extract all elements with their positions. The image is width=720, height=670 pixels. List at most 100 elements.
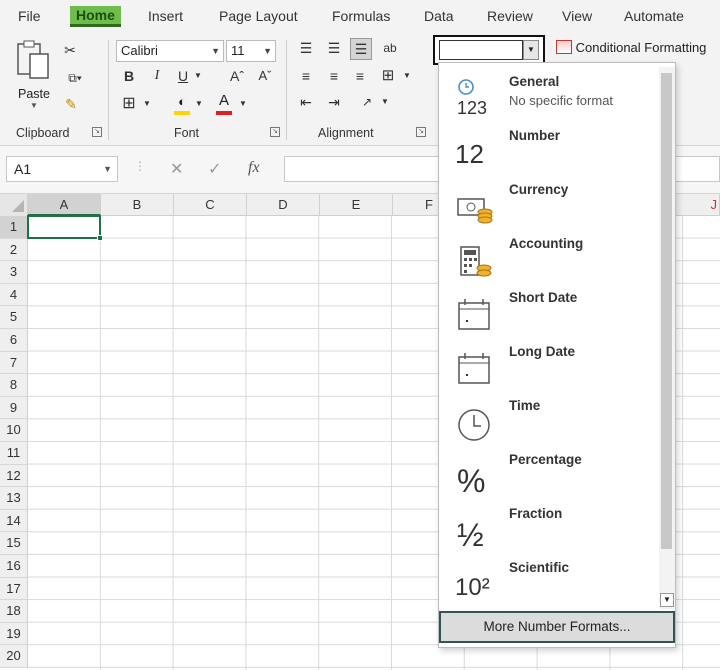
row-header[interactable]: 7 [0,351,28,375]
align-center-icon[interactable]: ≡ [324,66,344,86]
column-header-d[interactable]: D [247,194,320,216]
enter-icon[interactable]: ✓ [208,159,221,179]
row-header[interactable]: 12 [0,464,28,488]
dropdown-scrollbar[interactable]: ▼ [659,67,675,609]
tab-automate[interactable]: Automate [624,8,684,24]
row-header[interactable]: 11 [0,442,28,465]
increase-indent-icon[interactable]: ⇥ [324,92,344,112]
row-header[interactable]: 10 [0,419,28,442]
row-header[interactable]: 15 [0,532,28,555]
chevron-down-icon[interactable]: ▼ [380,92,390,112]
row-header[interactable]: 18 [0,600,28,623]
tab-file[interactable]: File [18,8,41,24]
tab-data[interactable]: Data [424,8,454,24]
align-bottom-icon[interactable]: ☰ [350,38,372,60]
row-header[interactable]: 19 [0,622,28,646]
clipboard-launcher-icon[interactable]: ↘ [92,127,102,137]
row-header[interactable]: 17 [0,577,28,601]
font-size-combo[interactable]: 11 ▼ [226,40,276,62]
tab-formulas[interactable]: Formulas [332,8,390,24]
chevron-down-icon[interactable]: ▼ [238,94,248,114]
format-painter-icon[interactable]: ✎ [60,94,82,114]
chevron-down-icon[interactable]: ▼ [523,40,539,60]
more-number-formats-button[interactable]: More Number Formats... [439,611,675,643]
row-header[interactable]: 14 [0,509,28,533]
insert-function-button[interactable]: fx [248,159,260,177]
row-header[interactable]: 1 [0,216,28,239]
fraction-icon: ½ [457,517,484,553]
select-all-button[interactable] [0,194,28,216]
format-option-scientific[interactable]: 10² Scientific [439,553,657,607]
format-option-fraction[interactable]: ½ Fraction [439,499,657,553]
row-header[interactable]: 8 [0,374,28,397]
format-option-accounting[interactable]: Accounting [439,229,657,283]
font-color-button[interactable]: A [214,92,234,116]
orientation-icon[interactable]: ab [380,38,400,58]
conditional-formatting-icon [556,40,572,54]
chevron-down-icon[interactable]: ▼ [194,94,204,114]
column-header-a[interactable]: A [28,194,101,216]
bold-button[interactable]: B [122,66,136,86]
row-header[interactable]: 5 [0,306,28,329]
copy-icon[interactable]: ⧉▾ [60,68,90,88]
scrollbar-thumb[interactable] [661,73,672,549]
paste-button[interactable]: Paste ▼ [14,38,54,110]
align-right-icon[interactable]: ≡ [350,66,370,86]
italic-button[interactable]: I [150,66,164,86]
format-option-label: Short Date [509,290,578,305]
tab-page-layout[interactable]: Page Layout [219,8,298,24]
chevron-down-icon[interactable]: ▼ [402,66,412,86]
align-left-icon[interactable]: ≡ [296,66,316,86]
number-format-dropdown: 123 General No specific format 12 Number… [438,62,676,648]
column-header-e[interactable]: E [320,194,393,216]
conditional-formatting-button[interactable]: Conditional Formatting [556,40,720,60]
row-header[interactable]: 4 [0,283,28,307]
number-format-combo[interactable]: ▼ [433,35,545,65]
row-header[interactable]: 3 [0,261,28,284]
fill-color-button[interactable]: ◐ [172,94,192,116]
row-header[interactable]: 2 [0,238,28,262]
row-header[interactable]: 9 [0,396,28,420]
format-option-long-date[interactable]: Long Date [439,337,657,391]
merge-center-icon[interactable]: ⊞ [378,66,398,86]
column-header-b[interactable]: B [101,194,174,216]
underline-button[interactable]: U [176,66,190,86]
font-name-combo[interactable]: Calibri ▼ [116,40,224,62]
align-top-icon[interactable]: ☰ [296,38,316,58]
format-option-percentage[interactable]: % Percentage [439,445,657,499]
accounting-icon [455,239,495,279]
borders-icon[interactable]: ⊞ [118,94,140,114]
alignment-launcher-icon[interactable]: ↘ [416,127,426,137]
format-option-number[interactable]: 12 Number [439,121,657,175]
name-box[interactable]: A1 ▼ [6,156,118,182]
format-option-general[interactable]: 123 General No specific format [439,67,657,121]
format-option-short-date[interactable]: Short Date [439,283,657,337]
number-format-input[interactable] [439,40,523,60]
chevron-down-icon[interactable]: ▼ [192,66,204,86]
cut-icon[interactable]: ✂ [62,40,78,60]
row-header[interactable]: 20 [0,645,28,668]
align-middle-icon[interactable]: ☰ [324,38,344,58]
row-header[interactable]: 16 [0,555,28,578]
format-option-time[interactable]: Time [439,391,657,445]
tab-insert[interactable]: Insert [148,8,183,24]
decrease-indent-icon[interactable]: ⇤ [296,92,316,112]
row-header[interactable]: 13 [0,487,28,510]
font-launcher-icon[interactable]: ↘ [270,127,280,137]
column-header-c[interactable]: C [174,194,247,216]
grow-font-button[interactable]: Aˆ [226,66,248,86]
shrink-font-button[interactable]: Aˇ [254,66,276,86]
active-cell[interactable] [27,215,103,241]
cancel-icon[interactable]: ✕ [170,159,183,179]
tab-review[interactable]: Review [487,8,533,24]
scroll-down-icon[interactable]: ▼ [660,593,674,607]
tab-home[interactable]: Home [70,6,121,27]
name-box-value: A1 [14,161,32,177]
format-option-currency[interactable]: Currency [439,175,657,229]
text-angle-icon[interactable]: ↗ [356,92,378,112]
row-header[interactable]: 6 [0,329,28,352]
chevron-down-icon[interactable]: ▼ [142,94,152,114]
column-header-j[interactable]: J [700,194,720,216]
fill-handle[interactable] [97,235,103,241]
tab-view[interactable]: View [562,8,592,24]
